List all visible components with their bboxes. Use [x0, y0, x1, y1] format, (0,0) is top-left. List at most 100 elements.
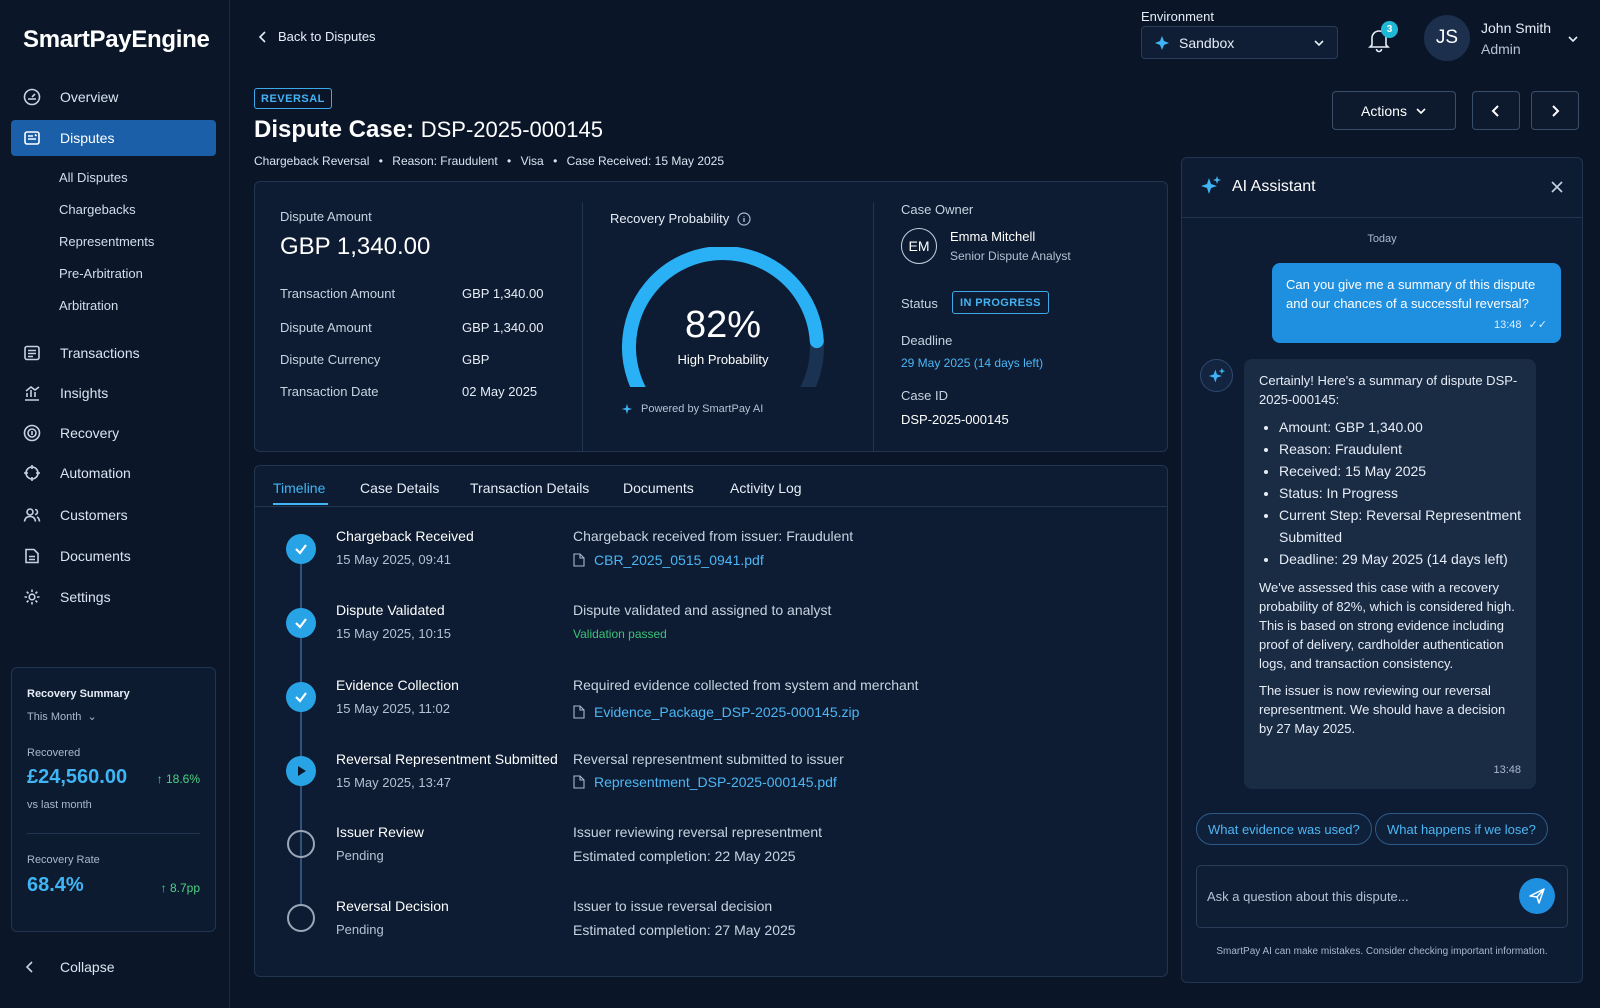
user-name[interactable]: John Smith	[1481, 20, 1551, 36]
step-pending-icon	[287, 830, 315, 858]
meta-network: Visa	[520, 154, 544, 168]
timeline-step-title: Evidence Collection	[336, 677, 459, 693]
estimated-completion: Estimated completion: 27 May 2025	[573, 922, 796, 938]
step-pending-icon	[287, 904, 315, 932]
actions-button[interactable]: Actions	[1332, 91, 1456, 130]
amount-row-value: GBP	[462, 352, 490, 367]
recovery-summary-card: Recovery Summary This Month ⌄ Recovered …	[11, 667, 216, 932]
timeline-step-description: Issuer reviewing reversal representment	[573, 824, 822, 840]
powered-by: Powered by SmartPay AI	[621, 403, 763, 415]
subnav-representments[interactable]: Representments	[59, 234, 154, 249]
step-complete-icon	[286, 682, 316, 712]
collapse-button[interactable]: Collapse	[23, 959, 114, 975]
subnav-all-disputes[interactable]: All Disputes	[59, 170, 128, 185]
recovery-summary-title: Recovery Summary	[27, 688, 130, 700]
period-select[interactable]: This Month ⌄	[27, 710, 97, 723]
play-icon	[298, 766, 306, 776]
ai-reply-bullet: Current Step: Reversal Representment Sub…	[1279, 504, 1521, 548]
environment-label: Environment	[1141, 9, 1214, 24]
back-to-disputes-link[interactable]: Back to Disputes	[256, 29, 376, 44]
powered-by-label: Powered by SmartPay AI	[641, 403, 764, 415]
disputes-icon	[23, 129, 41, 147]
arrow-up-icon: ↑	[160, 881, 167, 895]
timeline-step-title: Chargeback Received	[336, 528, 474, 544]
sidebar-item-insights[interactable]: Insights	[11, 375, 216, 411]
sidebar-item-label: Settings	[60, 589, 111, 605]
step-complete-icon	[286, 534, 316, 564]
sidebar-item-documents[interactable]: Documents	[11, 538, 216, 574]
subnav-pre-arbitration[interactable]: Pre-Arbitration	[59, 266, 143, 281]
previous-case-button[interactable]	[1472, 91, 1520, 130]
sidebar-item-label: Recovery	[60, 425, 120, 441]
dispute-amount-title: Dispute Amount	[280, 209, 372, 224]
owner-role: Senior Dispute Analyst	[950, 249, 1071, 263]
timeline-step-date: Pending	[336, 922, 384, 937]
estimated-completion: Estimated completion: 22 May 2025	[573, 848, 796, 864]
chevron-right-icon	[1552, 104, 1560, 117]
app-logo: SmartPayEngine	[23, 26, 210, 53]
suggestion-chip[interactable]: What happens if we lose?	[1375, 813, 1548, 845]
deadline-value: 29 May 2025 (14 days left)	[901, 356, 1044, 370]
meta-type: Chargeback Reversal	[254, 154, 370, 168]
chevron-down-icon[interactable]	[1567, 33, 1579, 45]
user-message: Can you give me a summary of this disput…	[1272, 263, 1561, 343]
timeline-step-description: Issuer to issue reversal decision	[573, 898, 773, 914]
chevron-left-icon	[25, 961, 33, 973]
chart-icon	[23, 384, 41, 402]
vs-last-month-label: vs last month	[27, 799, 92, 811]
sparkle-icon	[1201, 176, 1221, 194]
sidebar-item-recovery[interactable]: Recovery	[11, 415, 216, 451]
send-button[interactable]	[1519, 878, 1555, 914]
sidebar-item-overview[interactable]: Overview	[11, 79, 216, 115]
sparkle-icon	[621, 403, 633, 415]
user-avatar[interactable]: JS	[1424, 15, 1470, 61]
info-icon[interactable]	[737, 211, 751, 226]
owner-name: Emma Mitchell	[950, 229, 1036, 244]
validation-note: Validation passed	[573, 627, 667, 641]
sidebar-item-customers[interactable]: Customers	[11, 497, 216, 533]
next-case-button[interactable]	[1531, 91, 1579, 130]
ai-reply: Certainly! Here's a summary of dispute D…	[1244, 359, 1536, 789]
check-icon	[295, 618, 307, 629]
sidebar-item-settings[interactable]: Settings	[11, 579, 216, 615]
file-link[interactable]: Representment_DSP-2025-000145.pdf	[573, 774, 837, 790]
crosshair-icon	[23, 464, 41, 482]
tab-case-details[interactable]: Case Details	[360, 480, 439, 496]
active-tab-indicator	[273, 503, 328, 505]
subnav-arbitration[interactable]: Arbitration	[59, 298, 118, 313]
ai-disclaimer: SmartPay AI can make mistakes. Consider …	[1216, 946, 1548, 957]
amount-row-label: Transaction Amount	[280, 286, 396, 301]
sidebar-item-transactions[interactable]: Transactions	[11, 335, 216, 371]
arrow-up-icon: ↑	[156, 772, 163, 786]
sidebar-item-disputes[interactable]: Disputes	[11, 120, 216, 156]
sidebar-item-automation[interactable]: Automation	[11, 455, 216, 491]
timeline-step-date: 15 May 2025, 10:15	[336, 626, 451, 641]
file-name: Representment_DSP-2025-000145.pdf	[594, 774, 837, 790]
dot-separator: •	[507, 154, 512, 168]
subnav-chargebacks[interactable]: Chargebacks	[59, 202, 136, 217]
suggestion-chip[interactable]: What evidence was used?	[1196, 813, 1372, 845]
timeline-step-description: Reversal representment submitted to issu…	[573, 751, 844, 767]
file-icon	[573, 705, 585, 719]
date-divider: Today	[1367, 233, 1397, 245]
tab-documents[interactable]: Documents	[623, 480, 694, 496]
timeline-step-description: Required evidence collected from system …	[573, 677, 919, 693]
timeline-step-title: Issuer Review	[336, 824, 424, 840]
tab-timeline[interactable]: Timeline	[273, 480, 325, 496]
tab-activity-log[interactable]: Activity Log	[730, 480, 802, 496]
environment-select[interactable]: Sandbox	[1141, 26, 1338, 59]
recovery-icon	[23, 424, 41, 442]
tab-transaction-details[interactable]: Transaction Details	[470, 480, 589, 496]
close-icon[interactable]	[1550, 180, 1564, 194]
file-link[interactable]: Evidence_Package_DSP-2025-000145.zip	[573, 704, 859, 720]
file-icon	[573, 553, 585, 567]
gear-icon	[23, 588, 41, 606]
timeline-step-title: Reversal Representment Submitted	[336, 751, 558, 767]
file-link[interactable]: CBR_2025_0515_0941.pdf	[573, 552, 764, 568]
sandbox-icon	[1155, 35, 1169, 50]
sidebar: SmartPayEngine Overview Disputes All Dis…	[0, 0, 230, 1008]
case-type-badge: REVERSAL	[254, 88, 332, 109]
recovered-value: £24,560.00	[27, 766, 128, 788]
ai-question-input[interactable]	[1196, 865, 1568, 928]
recovery-rate-value: 68.4%	[27, 874, 84, 896]
